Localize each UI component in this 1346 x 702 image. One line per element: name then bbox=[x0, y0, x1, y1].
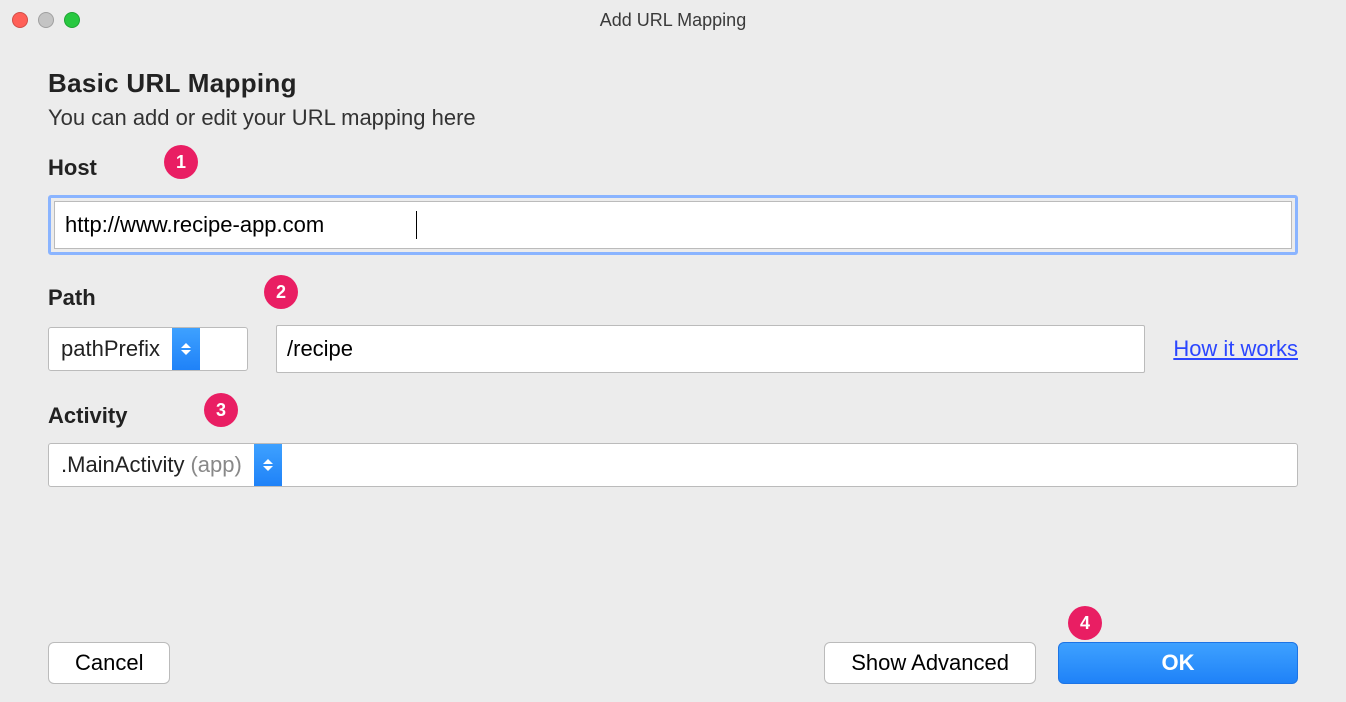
annotation-badge-4: 4 bbox=[1068, 606, 1102, 640]
minimize-window-button[interactable] bbox=[38, 12, 54, 28]
activity-selected-name: .MainActivity bbox=[61, 452, 184, 478]
host-input-wrapper bbox=[48, 195, 1298, 255]
how-it-works-link[interactable]: How it works bbox=[1173, 336, 1298, 362]
zoom-window-button[interactable] bbox=[64, 12, 80, 28]
activity-select[interactable]: .MainActivity (app) bbox=[48, 443, 1298, 487]
activity-selected: .MainActivity (app) bbox=[49, 444, 254, 486]
path-type-selected: pathPrefix bbox=[49, 328, 172, 370]
select-stepper-icon bbox=[254, 444, 282, 486]
chevron-down-icon bbox=[181, 350, 191, 355]
section-heading: Basic URL Mapping bbox=[48, 68, 1298, 99]
show-advanced-button[interactable]: Show Advanced bbox=[824, 642, 1036, 684]
host-label: Host bbox=[48, 155, 1298, 181]
annotation-badge-3: 3 bbox=[204, 393, 238, 427]
window-title: Add URL Mapping bbox=[0, 10, 1346, 31]
activity-group: Activity 3 .MainActivity (app) bbox=[48, 403, 1298, 487]
section-subheading: You can add or edit your URL mapping her… bbox=[48, 105, 1298, 131]
window-controls bbox=[12, 12, 80, 28]
text-caret bbox=[416, 211, 417, 239]
cancel-button[interactable]: Cancel bbox=[48, 642, 170, 684]
chevron-up-icon bbox=[181, 343, 191, 348]
annotation-badge-1: 1 bbox=[164, 145, 198, 179]
path-label: Path bbox=[48, 285, 1298, 311]
select-stepper-icon bbox=[172, 328, 200, 370]
close-window-button[interactable] bbox=[12, 12, 28, 28]
host-group: Host 1 bbox=[48, 155, 1298, 255]
ok-button[interactable]: OK bbox=[1058, 642, 1298, 684]
titlebar: Add URL Mapping bbox=[0, 0, 1346, 40]
path-input[interactable] bbox=[276, 325, 1145, 373]
activity-selected-module: (app) bbox=[190, 452, 241, 478]
chevron-down-icon bbox=[263, 466, 273, 471]
annotation-badge-2: 2 bbox=[264, 275, 298, 309]
path-type-select[interactable]: pathPrefix bbox=[48, 327, 248, 371]
dialog-content: Basic URL Mapping You can add or edit yo… bbox=[0, 40, 1346, 487]
dialog-footer: Cancel Show Advanced 4 OK bbox=[0, 642, 1346, 684]
host-input[interactable] bbox=[54, 201, 1292, 249]
path-group: Path 2 pathPrefix How it works bbox=[48, 285, 1298, 373]
chevron-up-icon bbox=[263, 459, 273, 464]
